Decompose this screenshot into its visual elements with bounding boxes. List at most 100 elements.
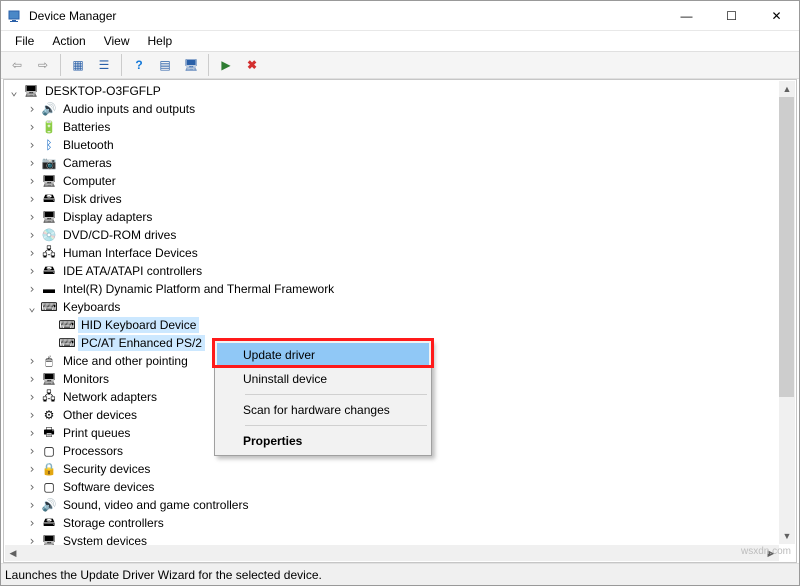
menu-file[interactable]: File (7, 32, 42, 50)
tree-device[interactable]: ⌨HID Keyboard Device (4, 316, 779, 334)
tree-category[interactable]: ›💿DVD/CD-ROM drives (4, 226, 779, 244)
context-menu-item[interactable]: Properties (217, 429, 429, 453)
window-controls: — ☐ ✕ (664, 1, 799, 31)
device-icon: ▢ (41, 443, 57, 459)
device-icon: 💿 (41, 227, 57, 243)
expand-toggle[interactable]: › (26, 426, 38, 440)
properties-icon[interactable]: ▤ (153, 53, 177, 77)
tree-category[interactable]: ⌄⌨Keyboards (4, 298, 779, 316)
app-icon (7, 8, 23, 24)
device-icon: 🖥 (41, 371, 57, 387)
device-label: Display adapters (60, 209, 155, 225)
tree-category[interactable]: ›🖴IDE ATA/ATAPI controllers (4, 262, 779, 280)
tree-category[interactable]: ›🖴Disk drives (4, 190, 779, 208)
device-icon: 🔊 (41, 497, 57, 513)
scroll-thumb[interactable] (779, 97, 794, 397)
tree-category[interactable]: ›🔒Security devices (4, 460, 779, 478)
expand-toggle[interactable]: › (26, 246, 38, 260)
device-label: PC/AT Enhanced PS/2 (78, 335, 205, 351)
tree-category[interactable]: ›🔊Audio inputs and outputs (4, 100, 779, 118)
tree-category[interactable]: ›ᛒBluetooth (4, 136, 779, 154)
views-icon[interactable]: ▦ (66, 53, 90, 77)
status-bar: Launches the Update Driver Wizard for th… (1, 563, 799, 585)
device-label: Cameras (60, 155, 115, 171)
device-label: Sound, video and game controllers (60, 497, 251, 513)
disable-icon[interactable]: ✖ (240, 53, 264, 77)
scroll-left-arrow[interactable]: ◀ (5, 545, 21, 561)
device-icon: 🖥 (41, 173, 57, 189)
scroll-up-arrow[interactable]: ▲ (779, 81, 795, 97)
expand-toggle[interactable]: › (26, 174, 38, 188)
maximize-button[interactable]: ☐ (709, 1, 754, 31)
tree-category[interactable]: ›🖥Display adapters (4, 208, 779, 226)
expand-toggle[interactable]: › (26, 228, 38, 242)
tree-category[interactable]: ›▬Intel(R) Dynamic Platform and Thermal … (4, 280, 779, 298)
device-tree[interactable]: ⌄🖥DESKTOP-O3FGFLP›🔊Audio inputs and outp… (4, 80, 779, 562)
tree-category[interactable]: ›🖧Human Interface Devices (4, 244, 779, 262)
device-label: Processors (60, 443, 126, 459)
expand-toggle[interactable]: › (26, 192, 38, 206)
device-label: Storage controllers (60, 515, 167, 531)
back-icon[interactable]: ⇦ (5, 53, 29, 77)
device-icon: ᛒ (41, 137, 57, 153)
expand-toggle[interactable]: › (26, 102, 38, 116)
close-button[interactable]: ✕ (754, 1, 799, 31)
device-label: Bluetooth (60, 137, 117, 153)
horizontal-scrollbar[interactable]: ◀ ▶ (5, 545, 779, 561)
tree-category[interactable]: ›▢Software devices (4, 478, 779, 496)
context-menu-separator (245, 394, 427, 395)
device-icon: 🖥 (41, 209, 57, 225)
device-icon: 🖧 (41, 245, 57, 261)
expand-toggle[interactable]: › (26, 210, 38, 224)
collapse-toggle[interactable]: ⌄ (8, 84, 20, 98)
forward-icon[interactable]: ⇨ (31, 53, 55, 77)
tree-category[interactable]: ›🔋Batteries (4, 118, 779, 136)
device-label: IDE ATA/ATAPI controllers (60, 263, 205, 279)
menu-view[interactable]: View (96, 32, 138, 50)
expand-toggle[interactable]: › (26, 390, 38, 404)
collapse-toggle[interactable]: ⌄ (26, 300, 38, 314)
tree-category[interactable]: ›🖴Storage controllers (4, 514, 779, 532)
device-label: HID Keyboard Device (78, 317, 199, 333)
context-menu-item[interactable]: Scan for hardware changes (217, 398, 429, 422)
context-menu-item[interactable]: Update driver (217, 343, 429, 367)
expand-toggle[interactable]: › (26, 498, 38, 512)
expand-toggle[interactable]: › (26, 480, 38, 494)
content-pane: ⌄🖥DESKTOP-O3FGFLP›🔊Audio inputs and outp… (3, 79, 797, 563)
device-icon: 🖴 (41, 263, 57, 279)
context-menu: Update driverUninstall device Scan for ha… (214, 340, 432, 456)
help-icon[interactable]: ? (127, 53, 151, 77)
expand-toggle[interactable]: › (26, 354, 38, 368)
tree-category[interactable]: ›🔊Sound, video and game controllers (4, 496, 779, 514)
tree-category[interactable]: ›🖥Computer (4, 172, 779, 190)
tree-root[interactable]: ⌄🖥DESKTOP-O3FGFLP (4, 82, 779, 100)
device-icon: ▢ (41, 479, 57, 495)
expand-toggle[interactable]: › (26, 516, 38, 530)
expand-toggle[interactable]: › (26, 372, 38, 386)
device-label: Network adapters (60, 389, 160, 405)
expand-toggle[interactable]: › (26, 120, 38, 134)
expand-toggle[interactable]: › (26, 138, 38, 152)
enable-icon[interactable]: ▶ (214, 53, 238, 77)
expand-toggle[interactable]: › (26, 408, 38, 422)
device-icon: 🖧 (41, 389, 57, 405)
scroll-down-arrow[interactable]: ▼ (779, 528, 795, 544)
expand-toggle[interactable]: › (26, 156, 38, 170)
device-label: Audio inputs and outputs (60, 101, 198, 117)
watermark: wsxdn.com (741, 546, 791, 557)
detail-icon[interactable]: ☰ (92, 53, 116, 77)
menu-help[interactable]: Help (140, 32, 181, 50)
device-icon: 🔋 (41, 119, 57, 135)
expand-toggle[interactable]: › (26, 462, 38, 476)
expand-toggle[interactable]: › (26, 444, 38, 458)
device-label: Monitors (60, 371, 112, 387)
vertical-scrollbar[interactable]: ▲ ▼ (779, 81, 795, 544)
minimize-button[interactable]: — (664, 1, 709, 31)
scan-icon[interactable]: 🖥 (179, 53, 203, 77)
context-menu-item[interactable]: Uninstall device (217, 367, 429, 391)
expand-toggle[interactable]: › (26, 282, 38, 296)
tree-category[interactable]: ›📷Cameras (4, 154, 779, 172)
menu-action[interactable]: Action (44, 32, 93, 50)
device-label: Print queues (60, 425, 133, 441)
expand-toggle[interactable]: › (26, 264, 38, 278)
